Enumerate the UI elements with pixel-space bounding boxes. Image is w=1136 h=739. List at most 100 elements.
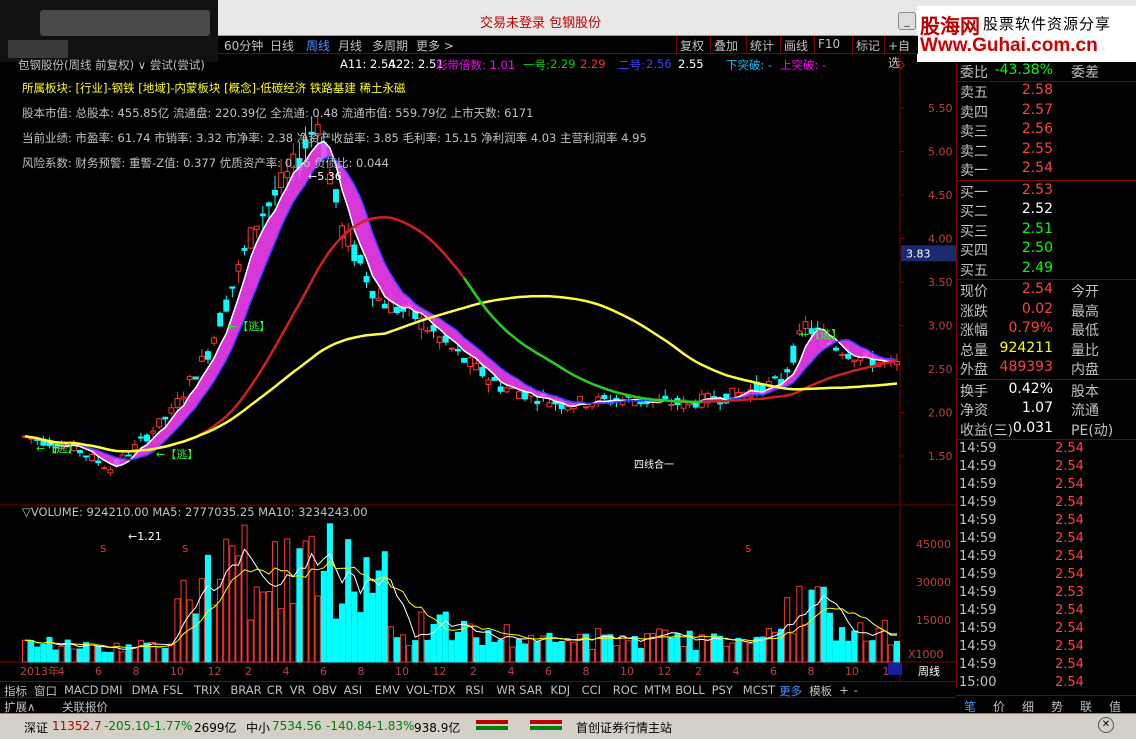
toolbar-btn-2[interactable]: 统计: [750, 37, 774, 54]
sz-change: -205.10: [104, 719, 151, 733]
candle-body: [180, 396, 187, 400]
volume-bar: [34, 646, 41, 663]
volume-bar: [765, 627, 772, 663]
stat-3-label: 总量: [960, 342, 988, 359]
sell-2-label: 卖二: [960, 143, 988, 160]
toolbar-btn-3[interactable]: 画线: [784, 37, 808, 54]
period-tab-5[interactable]: 更多 >: [416, 37, 454, 54]
tick-time: 14:59: [959, 531, 997, 546]
volume-bar: [284, 538, 291, 663]
indicator-tab-22[interactable]: PSY: [712, 683, 733, 697]
s-signal-label: S: [745, 544, 751, 555]
indicator-tab-17[interactable]: KDJ: [550, 683, 570, 697]
indicator-tab-21[interactable]: BOLL: [675, 683, 705, 697]
stat2-2-right-label: PE(动): [1071, 422, 1114, 439]
volume-bar: [802, 624, 809, 663]
x-axis-label: 4: [733, 665, 740, 678]
candle-body: [125, 454, 132, 457]
tick-row: 14:59 2.54: [957, 549, 1136, 567]
period-tab-2[interactable]: 周线: [306, 37, 330, 54]
close-circle-icon[interactable]: ✕: [1098, 717, 1114, 733]
toolbar-btn-0[interactable]: 复权: [680, 37, 704, 54]
candle-body: [369, 290, 376, 299]
window-title: 交易未登录 包钢股份: [480, 16, 602, 31]
sell-4-value: 2.57: [1021, 101, 1053, 118]
tick-row: 14:59 2.54: [957, 639, 1136, 657]
s-signal-label: S: [100, 544, 106, 555]
buy-1-label: 买一: [960, 184, 988, 201]
volume-bar: [278, 608, 285, 663]
toolbar-btn-5[interactable]: 标记: [856, 37, 880, 54]
volume-bar: [595, 628, 602, 663]
capital-line: 股本市值: 总股本: 455.85亿 流通盘: 220.39亿 全流通: 0.4…: [22, 106, 534, 120]
buy-2-label: 买二: [960, 204, 988, 220]
stat-0: 现价 2.54 今开: [957, 281, 1136, 300]
period-tab-3[interactable]: 月线: [338, 37, 362, 54]
indicator-tab-8[interactable]: CR: [267, 683, 283, 697]
volume-bar: [351, 591, 358, 663]
indicator-tab-7[interactable]: BRAR: [230, 683, 261, 697]
indicator-tab-20[interactable]: MTM: [644, 683, 671, 697]
indicator-tab-9[interactable]: VR: [290, 683, 306, 697]
indicator-tab-27[interactable]: -: [854, 683, 858, 697]
tick-price: 2.54: [1055, 549, 1084, 564]
indicator-tab-12[interactable]: EMV: [375, 683, 400, 697]
volume-bar: [674, 633, 681, 663]
indicator-tab-14[interactable]: RSI: [465, 683, 484, 697]
sell-2: 卖二 2.55: [957, 141, 1136, 160]
minimize-button[interactable]: _: [898, 12, 916, 30]
candle-body: [168, 407, 175, 414]
tick-price: 2.54: [1055, 459, 1084, 474]
tick-row: 14:59 2.54: [957, 477, 1136, 495]
indicator-tab-11[interactable]: ASI: [344, 683, 363, 697]
price-axis-label: 3.00: [928, 320, 953, 333]
period-tab-4[interactable]: 多周期: [372, 37, 408, 54]
period-tab-0[interactable]: 60分钟: [224, 37, 263, 54]
candle-body: [839, 353, 846, 356]
tick-price: 2.54: [1055, 477, 1084, 492]
sell-4: 卖四 2.57: [957, 102, 1136, 121]
toolbar-btn-1[interactable]: 叠加: [714, 37, 738, 54]
escape-signal-label: ←【逃】: [156, 448, 198, 461]
toolbar-btn-4[interactable]: F10: [818, 37, 840, 51]
indicator-tab-6[interactable]: TRIX: [194, 683, 220, 697]
x-axis-label: 10: [845, 665, 859, 678]
stat2-2: 收益(三) 0.031 PE(动): [957, 420, 1136, 439]
stat2-0-right-label: 股本: [1071, 383, 1099, 400]
tick-time: 14:59: [959, 585, 997, 600]
volume-bar: [845, 640, 852, 663]
stat-1-label: 涨跌: [960, 303, 988, 320]
volume-bar: [265, 591, 272, 663]
indicator-tab-26[interactable]: +: [839, 683, 849, 697]
indicator-tab-23[interactable]: MCST: [743, 683, 775, 697]
period-tab-1[interactable]: 日线: [270, 37, 294, 54]
x-axis-label: 4: [508, 665, 515, 678]
indicator-tab-2[interactable]: MACD: [64, 683, 98, 697]
price-axis-label: 2.00: [928, 407, 953, 420]
indicator-tab-19[interactable]: ROC: [613, 683, 638, 697]
sell-1-label: 卖一: [960, 163, 988, 179]
indicator-tab-18[interactable]: CCI: [582, 683, 601, 697]
volume-bar: [192, 613, 199, 663]
tick-time: 14:59: [959, 603, 997, 618]
indicator-tab-16[interactable]: SAR: [519, 683, 542, 697]
indicator-tab-13[interactable]: VOL-TDX: [406, 683, 456, 697]
indicator-tab-3[interactable]: DMI: [100, 683, 122, 697]
x-axis-label: 6: [95, 665, 102, 678]
sell-2-value: 2.55: [1021, 140, 1053, 157]
volume-bar: [857, 622, 864, 663]
volume-bar: [150, 641, 157, 663]
volume-bar: [759, 636, 766, 663]
expand-bar: 扩展∧ 关联报价: [0, 697, 956, 714]
scroll-button[interactable]: [888, 663, 902, 675]
indicator-tab-10[interactable]: OBV: [312, 683, 336, 697]
volume-bar: [826, 612, 833, 663]
volume-bar: [290, 602, 297, 663]
tick-time: 14:59: [959, 459, 997, 474]
indicator-tab-5[interactable]: FSL: [163, 683, 183, 697]
indicator-tab-4[interactable]: DMA: [132, 683, 159, 697]
sz-amount: 2699亿: [194, 721, 237, 735]
tick-row: 14:59 2.54: [957, 603, 1136, 621]
indicator-tab-15[interactable]: WR: [496, 683, 515, 697]
volume-bar: [70, 648, 77, 663]
